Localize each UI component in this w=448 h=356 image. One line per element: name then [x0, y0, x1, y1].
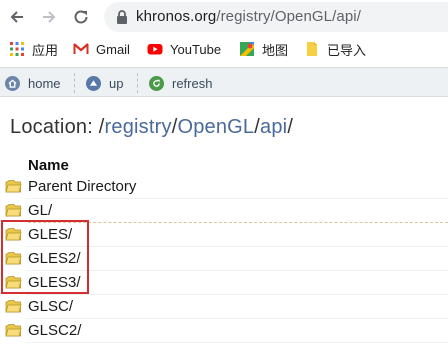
bookmarks-bar: 应用 Gmail YouTube 地图 已导入	[0, 36, 448, 62]
row-divider	[26, 342, 448, 343]
location-heading: Location: /registry/OpenGL/api/	[10, 116, 293, 139]
bookmark-label: YouTube	[170, 41, 222, 57]
up-label: up	[109, 75, 124, 91]
bookmark-maps[interactable]: 地图	[239, 40, 288, 58]
highlight-box	[1, 220, 89, 294]
url-path: /registry/OpenGL/api/	[216, 8, 361, 25]
url-text[interactable]: khronos.org/registry/OpenGL/api/	[136, 8, 361, 25]
back-button[interactable]	[6, 6, 28, 28]
youtube-icon	[147, 41, 163, 57]
folder-icon	[5, 204, 22, 217]
back-arrow-icon	[10, 11, 23, 23]
folder-icon	[5, 300, 22, 313]
folder-icon	[5, 180, 22, 193]
location-segment-api[interactable]: api	[260, 116, 287, 138]
location-label: Location:	[10, 116, 93, 138]
folder-icon	[304, 41, 320, 57]
lock-icon	[117, 10, 127, 24]
home-link[interactable]: home	[5, 74, 61, 92]
refresh-label: refresh	[172, 75, 213, 91]
gmail-icon	[73, 41, 89, 57]
bookmark-label: 应用	[32, 42, 59, 58]
toolbar-divider	[137, 73, 138, 93]
page-toolbar: home up refresh	[0, 67, 448, 97]
reload-icon	[74, 10, 88, 24]
home-icon	[5, 75, 20, 91]
list-item-glsc[interactable]: GLSC/	[0, 295, 448, 319]
list-item-parent-directory[interactable]: Parent Directory	[0, 175, 448, 199]
forward-button[interactable]	[38, 6, 60, 28]
list-item-label[interactable]: GL/	[28, 202, 52, 219]
folder-icon	[5, 324, 22, 337]
apps-grid-icon	[9, 41, 25, 57]
toolbar-divider	[74, 73, 75, 93]
bookmark-gmail[interactable]: Gmail	[73, 40, 130, 58]
bookmark-imported[interactable]: 已导入	[304, 40, 366, 58]
location-segment-registry[interactable]: registry	[105, 116, 172, 138]
refresh-link[interactable]: refresh	[149, 74, 212, 92]
refresh-icon	[149, 75, 164, 91]
bookmark-youtube[interactable]: YouTube	[147, 40, 221, 58]
browser-address-row: khronos.org/registry/OpenGL/api/	[0, 0, 448, 34]
bookmark-label: Gmail	[96, 41, 130, 57]
maps-icon	[239, 41, 255, 57]
path-separator: /	[287, 116, 294, 138]
column-header-name[interactable]: Name	[28, 157, 69, 174]
forward-arrow-icon	[43, 11, 56, 23]
location-segment-opengl[interactable]: OpenGL	[177, 116, 254, 138]
list-item-label[interactable]: Parent Directory	[28, 178, 136, 195]
up-link[interactable]: up	[86, 74, 123, 92]
bookmark-label: 地图	[262, 42, 289, 58]
home-label: home	[28, 75, 61, 91]
up-arrow-icon	[86, 75, 101, 91]
bookmark-label: 已导入	[327, 42, 367, 58]
list-item-label[interactable]: GLSC2/	[28, 322, 81, 339]
list-item-label[interactable]: GLSC/	[28, 298, 73, 315]
url-host: khronos.org	[136, 8, 217, 25]
bookmark-apps[interactable]: 应用	[9, 40, 58, 58]
list-item-glsc2[interactable]: GLSC2/	[0, 319, 448, 343]
reload-button[interactable]	[70, 6, 92, 28]
